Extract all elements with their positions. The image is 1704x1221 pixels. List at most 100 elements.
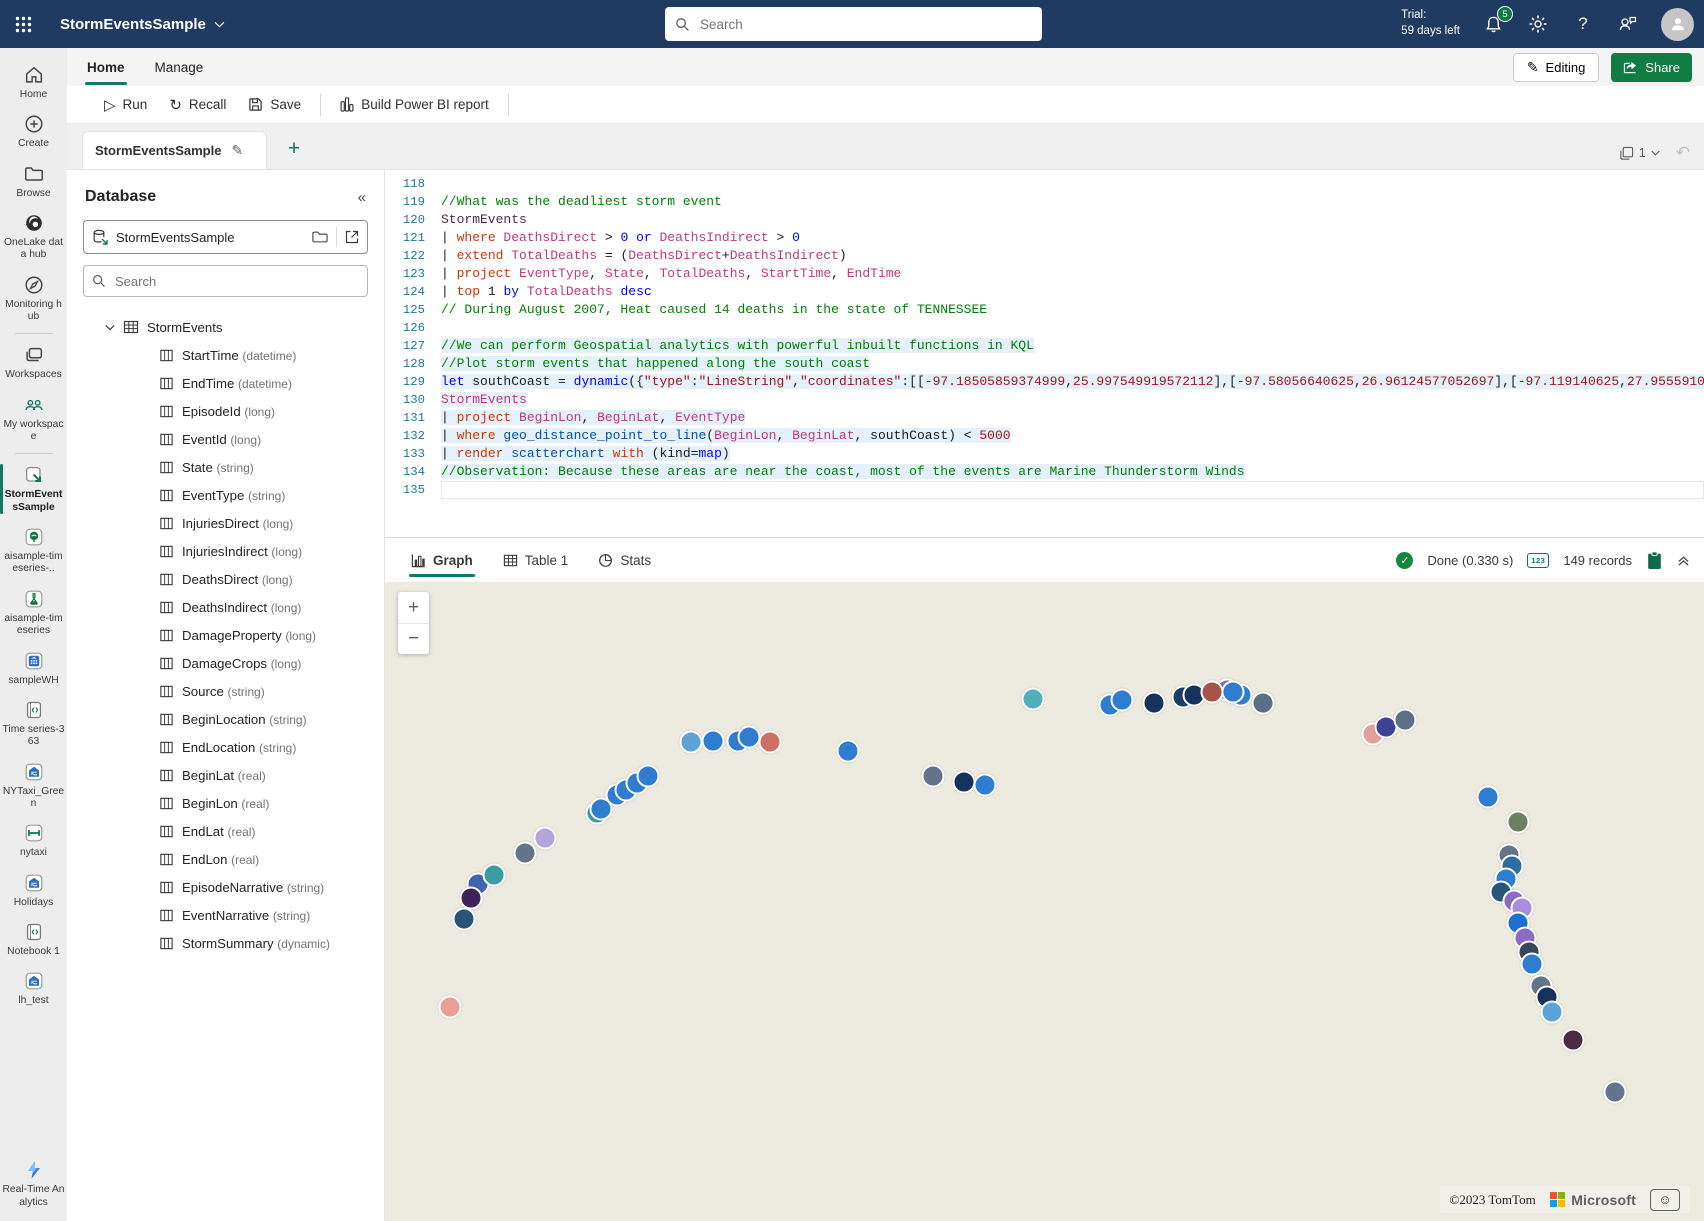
map-data-point[interactable] [637,765,660,788]
tab-manage[interactable]: Manage [153,56,206,79]
map-data-point[interactable] [1222,681,1245,704]
code-line-118[interactable]: 118 [385,175,1704,193]
map-data-point[interactable] [1252,692,1275,715]
tree-column-injuriesdirect[interactable]: InjuriesDirect (long) [67,509,384,537]
rail-item-home[interactable]: Home [0,58,67,107]
tree-column-eventtype[interactable]: EventType (string) [67,481,384,509]
results-tab-graph[interactable]: Graph [411,538,473,582]
rail-item-aisample-timeseries[interactable]: aisample-timeseries-.. [0,520,67,582]
tree-table-stormevents[interactable]: StormEvents [67,313,384,341]
collapse-results-icon[interactable] [1677,554,1690,567]
rail-item-monitoring-hub[interactable]: Monitoring hub [0,268,67,330]
feedback-button[interactable] [1616,12,1640,36]
tree-column-eventid[interactable]: EventId (long) [67,425,384,453]
tree-column-stormsummary[interactable]: StormSummary (dynamic) [67,929,384,957]
rail-item-stormeventssample[interactable]: StormEventsSample [0,458,67,520]
rail-item-nytaxi-green[interactable]: NYTaxi_Green [0,755,67,817]
rail-item-onelake-data-hub[interactable]: OneLake data hub [0,206,67,268]
code-line-135[interactable]: 135 [385,481,1704,499]
map-data-point[interactable] [534,827,557,850]
map-data-point[interactable] [759,731,782,754]
tree-column-endlon[interactable]: EndLon (real) [67,845,384,873]
tree-column-beginlon[interactable]: BeginLon (real) [67,789,384,817]
clipboard-icon[interactable] [1646,551,1663,570]
rail-item-time-series-363[interactable]: Time series-363 [0,693,67,755]
kql-editor[interactable]: 118119//What was the deadliest storm eve… [385,170,1704,537]
global-search-box[interactable] [665,7,1042,41]
map-data-point[interactable] [1111,689,1134,712]
map-data-point[interactable] [1562,1029,1585,1052]
results-tab-table1[interactable]: Table 1 [503,538,569,582]
tree-column-source[interactable]: Source (string) [67,677,384,705]
chevron-down-icon[interactable] [105,324,115,331]
schema-search-input[interactable] [113,273,359,290]
map-data-point[interactable] [1541,1001,1564,1024]
global-search-input[interactable] [698,16,1032,33]
tree-column-starttime[interactable]: StartTime (datetime) [67,341,384,369]
tree-column-beginlat[interactable]: BeginLat (real) [67,761,384,789]
rail-item-workspaces[interactable]: Workspaces [0,338,67,387]
tree-column-deathsdirect[interactable]: DeathsDirect (long) [67,565,384,593]
map-data-point[interactable] [439,996,462,1019]
code-line-129[interactable]: 129let southCoast = dynamic({"type":"Lin… [385,373,1704,391]
map-data-point[interactable] [460,887,483,910]
settings-button[interactable] [1526,12,1550,36]
code-line-119[interactable]: 119//What was the deadliest storm event [385,193,1704,211]
zoom-in-button[interactable]: + [398,592,429,623]
map-data-point[interactable] [953,771,976,794]
rail-item-notebook-1[interactable]: Notebook 1 [0,915,67,964]
rail-item-create[interactable]: Create [0,107,67,156]
rail-item-samplewh[interactable]: sampleWH [0,644,67,693]
rename-tab-icon[interactable]: ✎ [231,142,243,159]
collapse-panel-icon[interactable]: « [358,189,366,206]
map-data-point[interactable] [738,726,761,749]
code-line-128[interactable]: 128//Plot storm events that happened alo… [385,355,1704,373]
rail-item-real-time-analytics[interactable]: Real-Time Analytics [0,1153,67,1215]
map-data-point[interactable] [1507,811,1530,834]
save-button[interactable]: Save [237,92,312,117]
map-feedback-button[interactable]: ☺ [1650,1189,1680,1211]
code-line-123[interactable]: 123| project EventType, State, TotalDeat… [385,265,1704,283]
rail-item-holidays[interactable]: Holidays [0,866,67,915]
map-data-point[interactable] [680,731,703,754]
help-button[interactable]: ? [1571,12,1595,36]
build-powerbi-report-button[interactable]: Build Power BI report [329,92,500,117]
code-line-120[interactable]: 120StormEvents [385,211,1704,229]
tree-column-beginlocation[interactable]: BeginLocation (string) [67,705,384,733]
map-data-point[interactable] [1521,953,1544,976]
map-data-point[interactable] [974,774,997,797]
map-data-point[interactable] [1477,786,1500,809]
rail-item-browse[interactable]: Browse [0,157,67,206]
map-data-point[interactable] [922,765,945,788]
share-button[interactable]: Share [1611,53,1692,82]
map-data-point[interactable] [1604,1081,1627,1104]
code-line-121[interactable]: 121| where DeathsDirect > 0 or DeathsInd… [385,229,1704,247]
map-data-point[interactable] [1201,681,1224,704]
open-in-new-icon[interactable] [345,230,359,244]
rail-item-aisample-timeseries[interactable]: aisample-timeseries [0,582,67,644]
map-data-point[interactable] [1022,688,1045,711]
map-data-point[interactable] [1143,692,1166,715]
code-line-126[interactable]: 126 [385,319,1704,337]
code-line-124[interactable]: 124| top 1 by TotalDeaths desc [385,283,1704,301]
tree-column-endlat[interactable]: EndLat (real) [67,817,384,845]
folder-icon[interactable] [312,230,328,244]
tree-column-endlocation[interactable]: EndLocation (string) [67,733,384,761]
run-button[interactable]: ▷ Run [93,91,158,119]
map-data-point[interactable] [702,730,725,753]
tree-column-damagecrops[interactable]: DamageCrops (long) [67,649,384,677]
code-line-125[interactable]: 125// During August 2007, Heat caused 14… [385,301,1704,319]
tab-home[interactable]: Home [85,56,127,79]
code-line-133[interactable]: 133| render scatterchart with (kind=map) [385,445,1704,463]
tree-column-injuriesindirect[interactable]: InjuriesIndirect (long) [67,537,384,565]
tree-column-damageproperty[interactable]: DamageProperty (long) [67,621,384,649]
code-line-132[interactable]: 132| where geo_distance_point_to_line(Be… [385,427,1704,445]
tab-count-dropdown[interactable]: 1 [1619,146,1660,161]
map-data-point[interactable] [483,864,506,887]
rail-item-lh-test[interactable]: lh_test [0,964,67,1013]
map-data-point[interactable] [837,740,860,763]
schema-search-box[interactable] [83,265,368,297]
rail-item-nytaxi[interactable]: nytaxi [0,816,67,865]
zoom-out-button[interactable]: − [398,623,429,654]
undo-button[interactable]: ↶ [1676,143,1690,163]
